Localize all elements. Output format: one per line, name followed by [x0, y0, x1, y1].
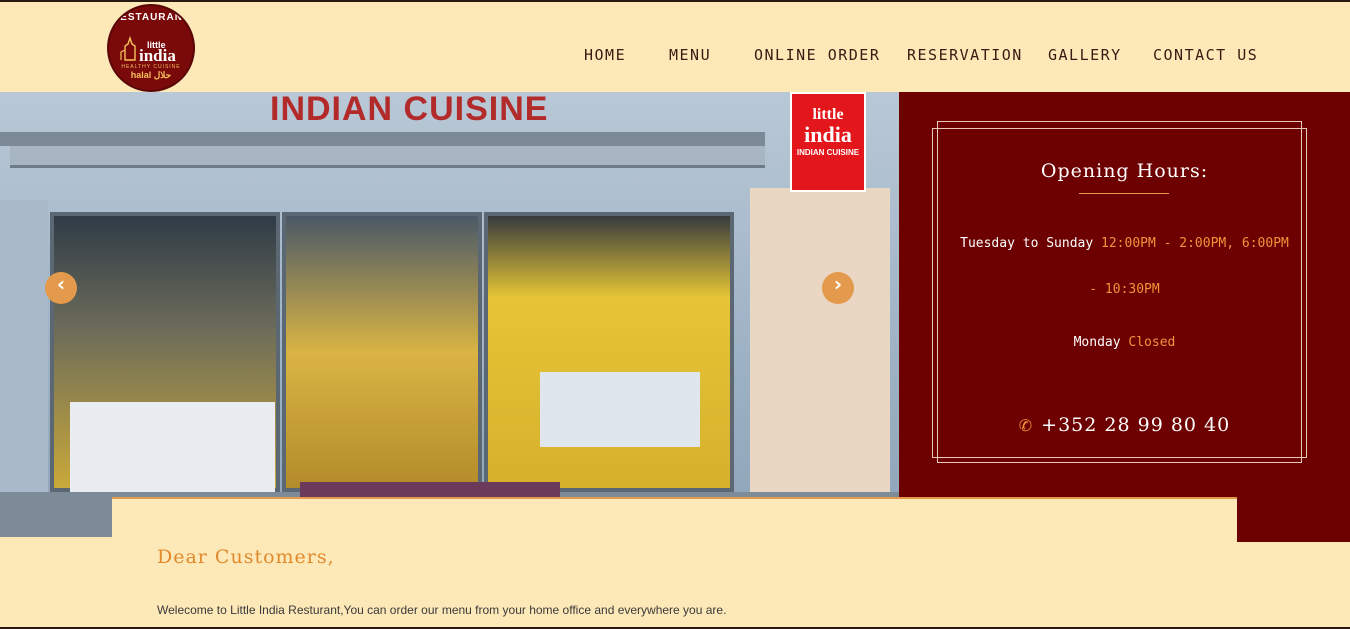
welcome-text: Welecome to Little India Resturant,You c… — [157, 603, 727, 617]
closed-day: Monday — [1073, 335, 1121, 350]
slider-prev-button[interactable]: ‹ — [45, 272, 77, 304]
window-panel — [70, 402, 275, 502]
opening-hours-title: Opening Hours: — [1040, 160, 1209, 182]
phone-text: +352 28 99 80 40 — [1041, 414, 1231, 436]
slider-next-button[interactable]: › — [822, 272, 854, 304]
opening-hours-panel: Opening Hours: Tuesday to Sunday 12:00PM… — [899, 92, 1350, 542]
chevron-right-icon: › — [833, 272, 843, 296]
restaurant-logo[interactable]: RESTAURANT little india HEALTHY CUISINE … — [107, 4, 195, 92]
title-divider — [1079, 193, 1169, 194]
storefront-sign: INDIAN CUISINE — [270, 92, 549, 128]
hero-slider: INDIAN CUISINE little india INDIAN CUISI… — [0, 92, 899, 537]
nav-home[interactable]: HOME — [584, 46, 626, 64]
nav-menu[interactable]: MENU — [669, 46, 711, 64]
nav-gallery[interactable]: GALLERY — [1048, 46, 1122, 64]
phone-number[interactable]: ✆ +352 28 99 80 40 — [899, 414, 1350, 436]
storefront-awning — [0, 132, 765, 146]
logo-india-text: india — [139, 46, 176, 65]
storefront-awning-lower — [10, 146, 765, 168]
storefront-lightbox-sign: little india INDIAN CUISINE — [790, 92, 866, 192]
window-panel-right — [540, 372, 700, 447]
lightbox-cuisine: INDIAN CUISINE — [796, 148, 860, 157]
phone-icon: ✆ — [1018, 416, 1034, 435]
days-times: 12:00PM - 2:00PM, 6:00PM — [1101, 236, 1289, 251]
nav-online-order[interactable]: ONLINE ORDER — [754, 46, 880, 64]
chevron-left-icon: ‹ — [56, 272, 66, 296]
hours-closed: Monday Closed — [899, 335, 1350, 350]
storefront-facade — [750, 188, 890, 537]
nav-contact-us[interactable]: CONTACT US — [1153, 46, 1258, 64]
storefront-door — [282, 212, 482, 492]
hours-weekdays: Tuesday to Sunday 12:00PM - 2:00PM, 6:00… — [899, 236, 1350, 251]
nav-reservation[interactable]: RESERVATION — [907, 46, 1023, 64]
closed-label: Closed — [1128, 335, 1176, 350]
storefront-window-right — [484, 212, 734, 492]
temple-icon — [120, 36, 136, 61]
lightbox-india: india — [804, 122, 852, 147]
site-header: RESTAURANT little india HEALTHY CUISINE … — [0, 2, 1350, 92]
welcome-card: Dear Customers, Welecome to Little India… — [112, 497, 1237, 629]
logo-restaurant-text: RESTAURANT — [111, 12, 191, 23]
days-label: Tuesday to Sunday — [960, 236, 1094, 251]
logo-halal-text: halal حلال — [130, 70, 172, 80]
storefront-pillar — [0, 200, 48, 537]
days-times-continued: - 10:30PM — [1089, 282, 1160, 297]
welcome-heading: Dear Customers, — [157, 546, 335, 568]
